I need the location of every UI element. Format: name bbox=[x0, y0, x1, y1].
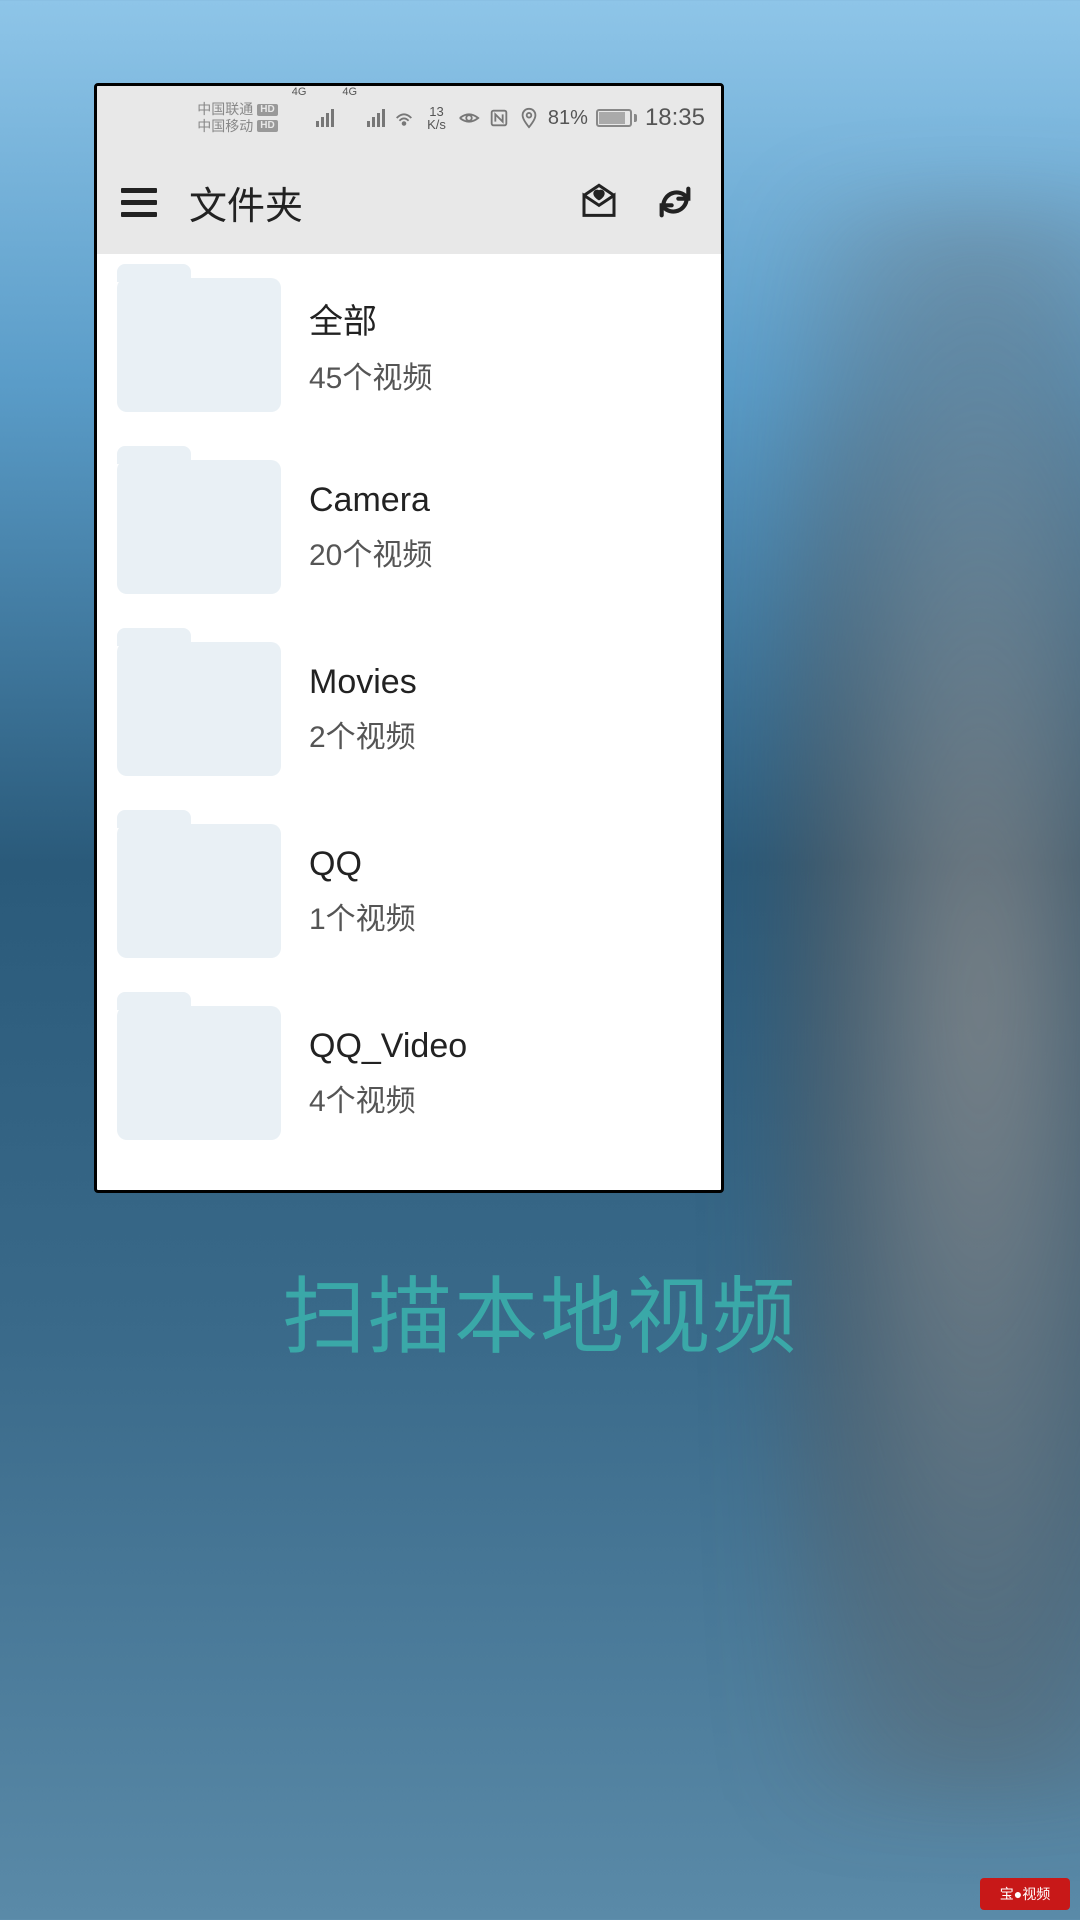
list-item[interactable]: QQ_Video 4个视频 bbox=[97, 982, 721, 1164]
folder-icon bbox=[117, 642, 281, 776]
favorite-mail-icon[interactable] bbox=[577, 180, 621, 224]
network-speed: 13 K/s bbox=[427, 105, 446, 131]
background-blur bbox=[780, 200, 1080, 1800]
wifi-icon bbox=[393, 107, 415, 129]
promo-caption: 扫描本地视频 bbox=[0, 1250, 1080, 1371]
folder-name: 全部 bbox=[309, 294, 432, 343]
folder-count: 4个视频 bbox=[309, 1076, 467, 1120]
folder-name: QQ_Video bbox=[309, 1027, 467, 1066]
eye-icon bbox=[458, 107, 480, 129]
hd-badge-2: HD bbox=[257, 120, 277, 132]
battery-icon bbox=[596, 109, 637, 127]
signal-icon-1 bbox=[316, 109, 334, 127]
watermark-badge: 宝●视频 bbox=[980, 1878, 1070, 1910]
list-item[interactable]: Camera 20个视频 bbox=[97, 436, 721, 618]
menu-icon[interactable] bbox=[121, 188, 157, 217]
clock: 18:35 bbox=[645, 104, 705, 132]
status-bar: 中国联通 HD 中国移动 HD 4G 4G 13 K/s bbox=[97, 86, 721, 150]
page-title: 文件夹 bbox=[189, 175, 545, 230]
network-label-1: 4G bbox=[292, 86, 307, 98]
folder-count: 2个视频 bbox=[309, 712, 417, 756]
folder-name: Camera bbox=[309, 481, 432, 520]
folder-icon bbox=[117, 1006, 281, 1140]
location-icon bbox=[518, 107, 540, 129]
hd-badge-1: HD bbox=[257, 104, 277, 116]
network-label-2: 4G bbox=[342, 86, 357, 98]
folder-name: Movies bbox=[309, 663, 417, 702]
app-header: 文件夹 bbox=[97, 150, 721, 254]
nfc-icon bbox=[488, 107, 510, 129]
carrier-labels: 中国联通 HD 中国移动 HD bbox=[197, 101, 277, 135]
folder-name: QQ bbox=[309, 845, 416, 884]
folder-icon bbox=[117, 460, 281, 594]
list-item[interactable]: Movies 2个视频 bbox=[97, 618, 721, 800]
folder-count: 20个视频 bbox=[309, 530, 432, 574]
carrier-2: 中国移动 bbox=[197, 118, 253, 135]
folder-icon bbox=[117, 824, 281, 958]
folder-list[interactable]: 全部 45个视频 Camera 20个视频 Movies 2个视频 QQ 1个视… bbox=[97, 254, 721, 1164]
carrier-1: 中国联通 bbox=[197, 101, 253, 118]
folder-count: 45个视频 bbox=[309, 353, 432, 397]
refresh-icon[interactable] bbox=[653, 180, 697, 224]
list-item[interactable]: 全部 45个视频 bbox=[97, 254, 721, 436]
battery-percent: 81% bbox=[548, 107, 588, 130]
list-item[interactable]: QQ 1个视频 bbox=[97, 800, 721, 982]
folder-count: 1个视频 bbox=[309, 894, 416, 938]
phone-mockup: 中国联通 HD 中国移动 HD 4G 4G 13 K/s bbox=[94, 83, 724, 1193]
folder-icon bbox=[117, 278, 281, 412]
signal-icon-2 bbox=[367, 109, 385, 127]
